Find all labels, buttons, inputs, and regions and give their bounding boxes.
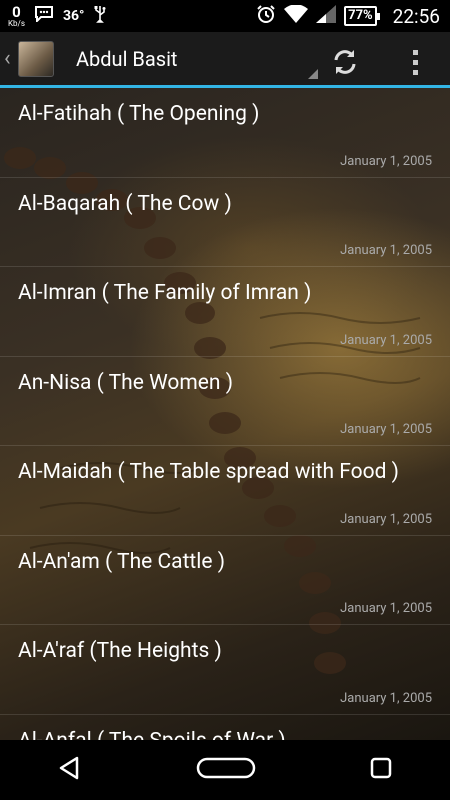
network-speed-value: 0 bbox=[12, 2, 21, 21]
list-item[interactable]: Al-Fatihah ( The Opening ) January 1, 20… bbox=[0, 88, 450, 178]
surah-title: Al-Baqarah ( The Cow ) bbox=[18, 191, 232, 216]
surah-title: An-Nisa ( The Women ) bbox=[18, 370, 234, 395]
surah-date: January 1, 2005 bbox=[340, 153, 432, 169]
usb-icon bbox=[94, 5, 106, 27]
refresh-icon bbox=[334, 50, 356, 74]
surah-title: Al-Maidah ( The Table spread with Food ) bbox=[18, 460, 399, 484]
list-item[interactable]: Al-Maidah ( The Table spread with Food )… bbox=[0, 446, 450, 536]
surah-date: January 1, 2005 bbox=[340, 243, 432, 258]
list-item[interactable]: Al-An'am ( The Cattle ) January 1, 2005 bbox=[0, 536, 450, 625]
status-bar: 0 Kb/s 36° 77% 22:56 bbox=[0, 0, 450, 32]
list-item[interactable]: Al-A'raf (The Heights ) January 1, 2005 bbox=[0, 625, 450, 715]
alarm-icon bbox=[256, 4, 276, 29]
recents-square-icon bbox=[371, 757, 392, 779]
home-nav-button[interactable] bbox=[196, 756, 256, 784]
surah-date: January 1, 2005 bbox=[340, 332, 432, 348]
back-caret-icon[interactable]: ‹ bbox=[0, 46, 16, 71]
message-icon bbox=[34, 6, 53, 26]
list-item[interactable]: Al-Imran ( The Family of Imran ) January… bbox=[0, 267, 450, 357]
network-speed: 0 Kb/s bbox=[8, 2, 25, 28]
back-triangle-icon bbox=[59, 756, 78, 780]
surah-title: Al-Anfal ( The Spoils of War ) bbox=[18, 729, 286, 741]
recents-nav-button[interactable] bbox=[369, 756, 393, 784]
signal-icon bbox=[316, 4, 337, 28]
reciter-spinner[interactable]: Abdul Basit bbox=[76, 31, 318, 87]
network-speed-unit: Kb/s bbox=[8, 18, 25, 28]
battery-indicator: 77% bbox=[344, 6, 380, 26]
surah-list[interactable]: Al-Fatihah ( The Opening ) January 1, 20… bbox=[0, 88, 450, 740]
refresh-button[interactable] bbox=[325, 42, 365, 82]
temperature: 36° bbox=[62, 8, 85, 24]
reciter-name: Abdul Basit bbox=[76, 46, 178, 71]
surah-title: Al-An'am ( The Cattle ) bbox=[18, 549, 226, 574]
overflow-menu-button[interactable] bbox=[400, 42, 430, 82]
surah-title: Al-Fatihah ( The Opening ) bbox=[18, 102, 260, 126]
overflow-dot-icon bbox=[412, 69, 418, 75]
surah-title: Al-A'raf (The Heights ) bbox=[18, 639, 222, 663]
surah-date: January 1, 2005 bbox=[340, 422, 432, 437]
clock: 22:56 bbox=[392, 4, 440, 28]
navigation-bar bbox=[0, 740, 450, 800]
list-item[interactable]: Al-Baqarah ( The Cow ) January 1, 2005 bbox=[0, 178, 450, 267]
surah-date: January 1, 2005 bbox=[340, 511, 432, 527]
overflow-dot-icon bbox=[412, 59, 418, 65]
action-bar: ‹ Abdul Basit bbox=[0, 32, 450, 88]
dropdown-triangle-icon bbox=[308, 68, 318, 79]
overflow-dot-icon bbox=[412, 49, 418, 55]
wifi-icon bbox=[284, 3, 309, 28]
surah-date: January 1, 2005 bbox=[340, 690, 432, 706]
surah-date: January 1, 2005 bbox=[340, 601, 432, 616]
back-nav-button[interactable] bbox=[57, 755, 83, 785]
home-pill-icon bbox=[196, 757, 256, 779]
surah-title: Al-Imran ( The Family of Imran ) bbox=[18, 281, 312, 305]
list-item[interactable]: An-Nisa ( The Women ) January 1, 2005 bbox=[0, 357, 450, 446]
list-item[interactable]: Al-Anfal ( The Spoils of War ) bbox=[0, 715, 450, 741]
reciter-avatar[interactable] bbox=[18, 40, 54, 77]
